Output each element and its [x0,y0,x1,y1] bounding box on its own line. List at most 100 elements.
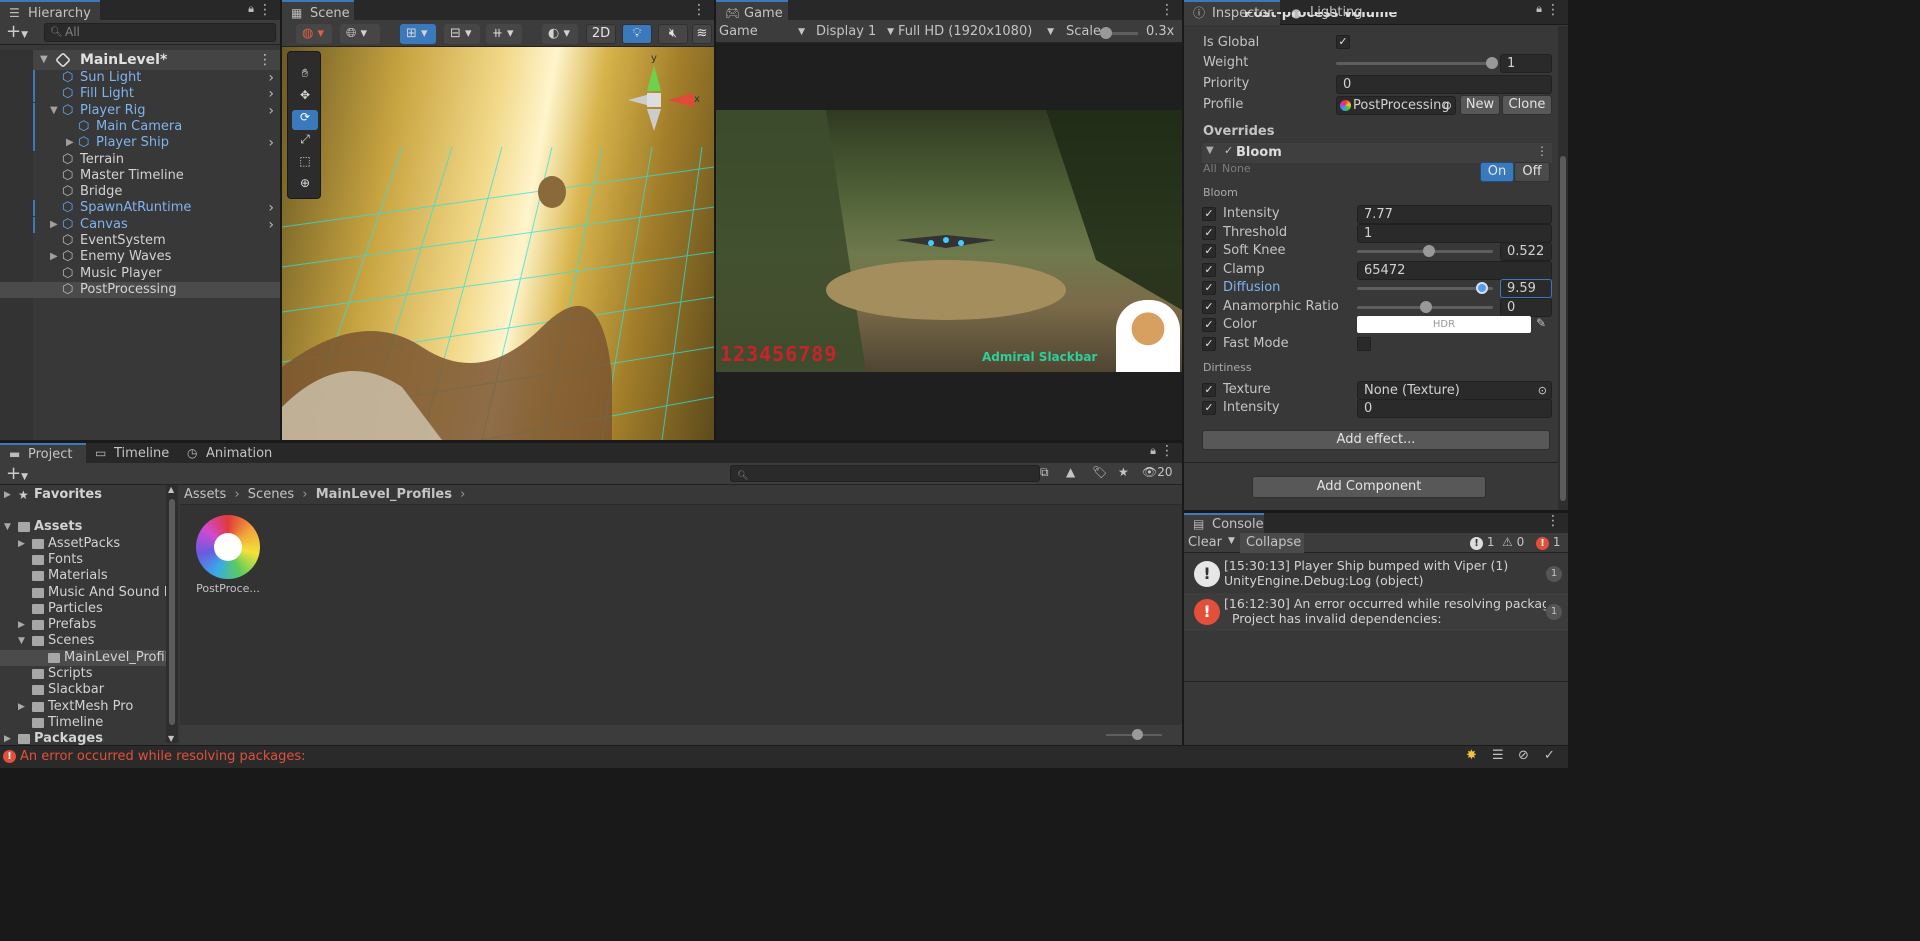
2d-toggle-button[interactable]: 2D [586,24,616,44]
network-icon[interactable]: ⊘ [1518,748,1529,763]
hierarchy-item[interactable]: ⬡ Sun Light › [0,70,280,86]
object-picker-icon[interactable]: ⊙ [1538,382,1547,399]
hierarchy-item[interactable]: ⬡ Main Camera [0,118,280,135]
hierarchy-item[interactable]: ⬡ Bridge [0,184,280,200]
project-tree-item[interactable]: ▶ AssetPacks [0,536,166,552]
override-checkbox[interactable]: ✓ [1202,226,1216,240]
chevron-right-icon[interactable]: ▶ [18,536,25,552]
select-all-link[interactable]: All [1203,162,1217,175]
property-value-field[interactable]: 65472 [1357,261,1552,280]
hierarchy-item[interactable]: ▶ ⬡ Canvas › [0,216,280,233]
scroll-down-icon[interactable]: ▼ [168,734,174,743]
display-dropdown[interactable]: Display 1 ▼ [816,22,896,42]
game-viewport[interactable]: 123456789 Admiral Slackbar [716,110,1182,372]
rotate-tool-icon[interactable]: ⟳ [292,110,318,130]
create-asset-button[interactable]: +▼ [6,463,28,484]
priority-field[interactable]: 0 [1336,75,1552,94]
console-entry[interactable]: ! [16:12:30] An error occurred while reso… [1184,593,1568,631]
override-checkbox[interactable]: ✓ [1202,300,1216,314]
effects-toggle-button[interactable]: ≋ [692,24,712,44]
more-menu-icon[interactable]: ⋮ [1546,513,1560,529]
game-mode-dropdown[interactable]: Game ▼ [719,22,807,42]
warning-count-toggle[interactable]: ⚠ 0 [1502,535,1524,549]
hierarchy-item[interactable]: ⬡ Music Player [0,266,280,282]
tree-scrollbar-thumb[interactable] [169,499,175,725]
hierarchy-item[interactable]: ▶ ⬡ Enemy Waves [0,249,280,265]
view-gizmo[interactable]: y x [622,53,702,137]
tab-console[interactable]: ▤ Console [1184,513,1264,534]
project-tree-item[interactable]: MainLevel_Profile [0,649,166,666]
scale-slider[interactable] [1100,27,1138,39]
inspector-scrollbar[interactable] [1558,26,1568,510]
project-tree-item[interactable]: ▼ Scenes [0,633,166,649]
lock-icon[interactable]: 🔒︎ [248,2,254,16]
hierarchy-item[interactable]: ⬡ SpawnAtRuntime › [0,200,280,217]
chevron-right-icon[interactable]: › [268,200,274,216]
hierarchy-item[interactable]: ⬡ Terrain [0,152,280,168]
tab-project[interactable]: ▬ Project [0,443,86,464]
dirt-intensity-field[interactable]: 0 [1357,399,1552,418]
more-menu-icon[interactable]: ⋮ [1160,443,1174,459]
breadcrumb-assets[interactable]: Assets [184,487,226,502]
bloom-off-button[interactable]: Off [1514,162,1550,182]
bloom-on-button[interactable]: On [1480,162,1514,182]
project-tree-item[interactable]: Fonts [0,552,166,568]
shading-dropdown[interactable]: ◐ ▾ [542,24,578,44]
transform-tool-icon[interactable]: ⊕ [292,176,318,196]
lighting-toggle-button[interactable]: 💡︎ [622,24,652,44]
audio-toggle-button[interactable]: 🔇︎ [658,24,688,44]
console-entry[interactable]: ! [15:30:13] Player Ship bumped with Vipe… [1184,555,1568,593]
is-global-checkbox[interactable]: ✓ [1336,35,1350,49]
add-component-button[interactable]: Add Component [1252,476,1486,498]
object-picker-icon[interactable]: ⊙ [1443,97,1452,114]
tab-animation[interactable]: ◷ Animation [178,443,274,464]
chevron-right-icon[interactable]: › [268,86,274,102]
tag-icon[interactable]: 🏷︎ [1092,465,1107,479]
more-menu-icon[interactable]: ⋮ [1536,144,1548,158]
project-tree-item[interactable]: ▶ Prefabs [0,617,166,633]
error-count-toggle[interactable]: ! 1 [1536,535,1560,550]
snap-increment-dropdown[interactable]: ⊟ ▾ [444,24,480,44]
property-value-field[interactable]: 9.59 [1500,279,1552,298]
project-tree-item[interactable]: ▼ Assets [0,519,166,535]
draw-mode-dropdown[interactable]: ◍ ▾ [296,24,332,44]
breadcrumb-mainlevel-profiles[interactable]: MainLevel_Profiles [316,487,452,502]
rect-tool-icon[interactable]: ⬚ [292,154,318,174]
hand-tool-icon[interactable]: ✋︎ [292,66,318,86]
property-value-field[interactable]: 0.522 [1500,242,1552,261]
grid-plane-dropdown[interactable]: ⧺ ▾ [486,24,522,44]
fast-mode-checkbox[interactable] [1357,337,1371,351]
property-slider-track[interactable] [1357,287,1493,290]
chevron-right-icon[interactable]: ▶ [18,699,25,715]
hierarchy-item[interactable]: ⬡ Master Timeline [0,168,280,184]
chevron-right-icon[interactable]: ▶ [18,617,25,633]
resolution-dropdown[interactable]: Full HD (1920x1080) ▼ [898,22,1056,42]
chevron-right-icon[interactable]: › [268,70,274,86]
texture-field[interactable]: None (Texture) ⊙ [1357,381,1552,400]
property-value-field[interactable]: 1 [1357,224,1552,243]
hidden-packages-toggle[interactable]: 👁︎20 [1142,465,1173,479]
property-slider-knob[interactable] [1475,282,1488,294]
search-by-label-icon[interactable]: ▲ [1066,465,1075,479]
component-header[interactable]: Post-process Volume [1184,12,1568,26]
log-count-toggle[interactable]: ! 1 [1470,535,1494,550]
project-tree-item[interactable]: Particles [0,601,166,617]
console-splitter[interactable] [1184,681,1568,682]
override-checkbox[interactable]: ✓ [1202,207,1216,221]
check-circle-icon[interactable]: ✓ [1544,748,1555,763]
new-profile-button[interactable]: New [1460,95,1500,115]
chevron-right-icon[interactable]: ▶ [50,217,58,233]
project-tree-item[interactable]: Slackbar [0,682,166,698]
clear-button[interactable]: Clear [1188,535,1222,550]
chevron-right-icon[interactable]: › [268,217,274,233]
hierarchy-item[interactable]: ▶ ⬡ Player Ship › [0,135,280,152]
override-checkbox[interactable]: ✓ [1202,281,1216,295]
chevron-right-icon[interactable]: ▶ [50,249,58,265]
project-tree-item[interactable]: Music And Sound Ef [0,585,166,601]
override-checkbox[interactable]: ✓ [1202,244,1216,258]
more-menu-icon[interactable]: ⋮ [258,2,272,18]
collapse-toggle[interactable]: Collapse [1240,533,1304,553]
chevron-down-icon[interactable]: ▼ [4,519,11,535]
weight-slider-track[interactable] [1336,62,1494,65]
move-tool-icon[interactable]: ✥ [292,88,318,108]
